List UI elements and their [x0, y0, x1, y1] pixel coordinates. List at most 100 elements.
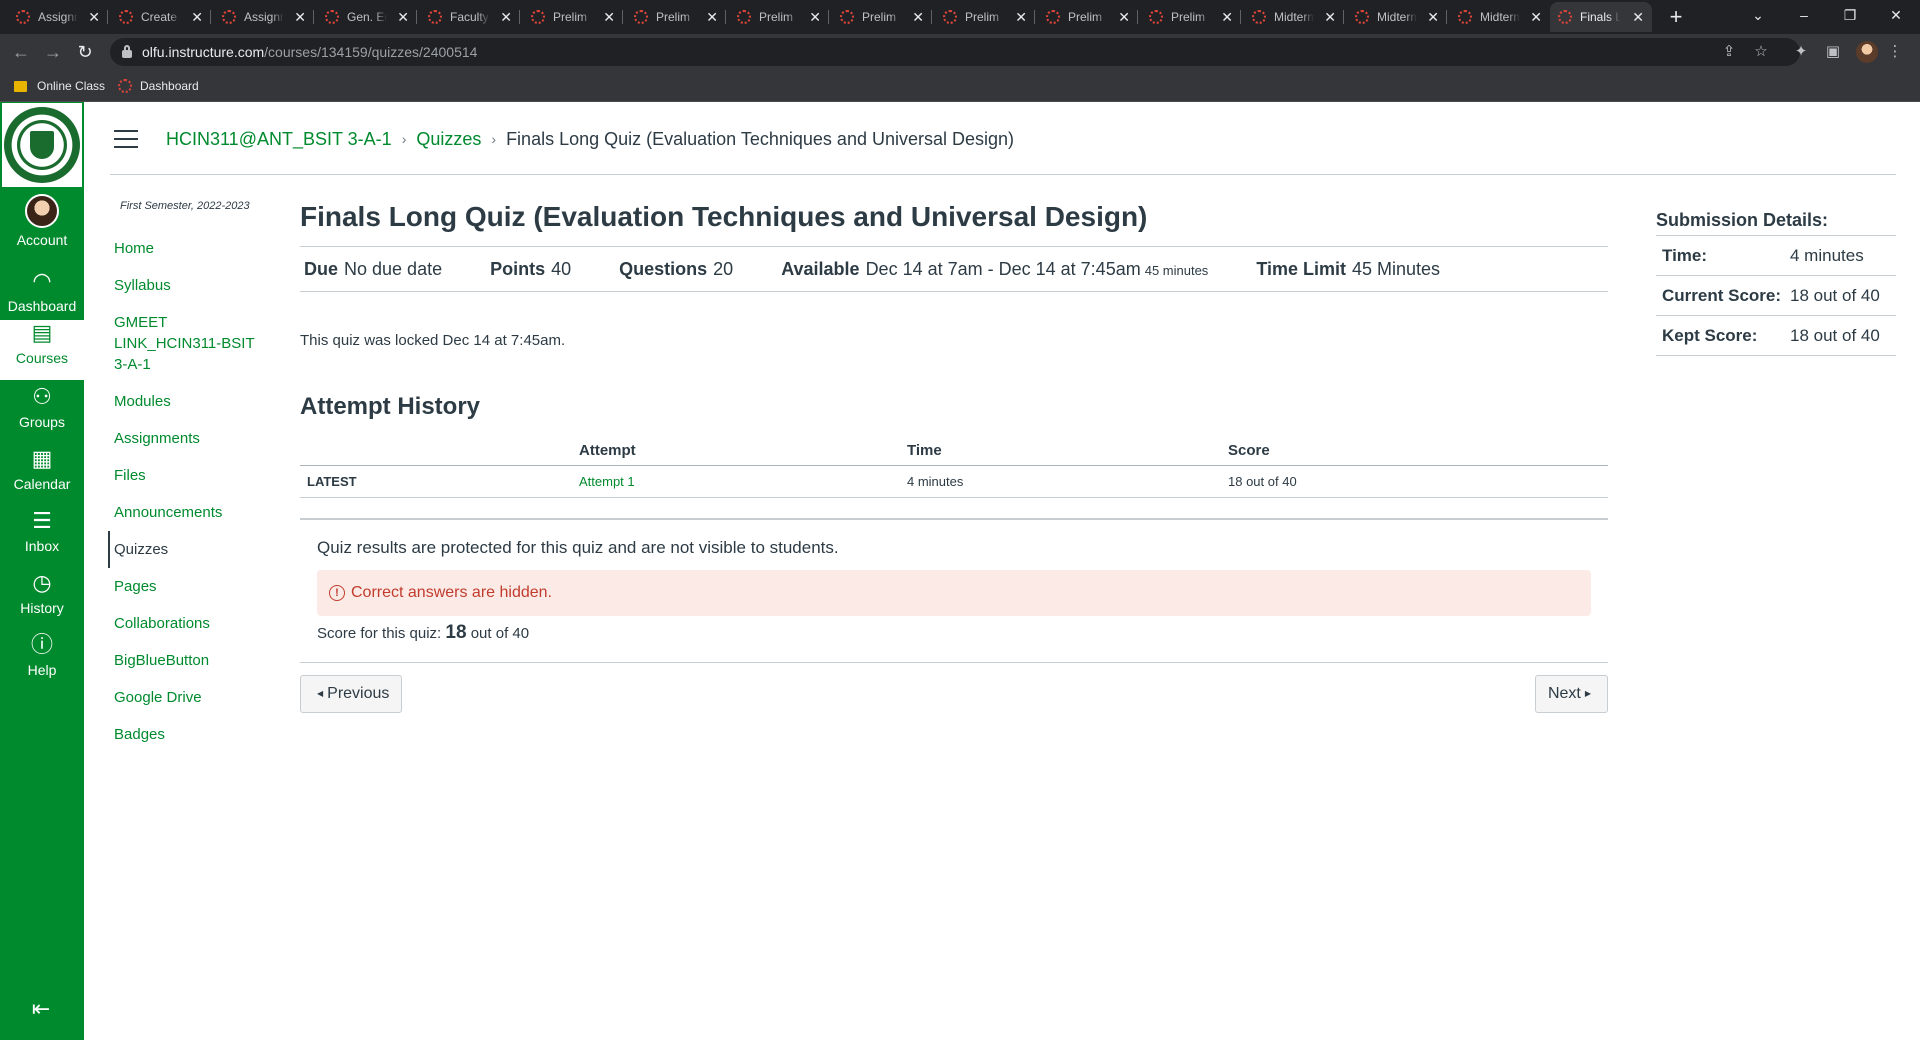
global-nav-dashboard[interactable]: ◠ Dashboard: [0, 268, 84, 328]
global-nav-label: History: [20, 600, 64, 616]
canvas-favicon-icon: [222, 10, 236, 24]
close-tab-icon[interactable]: ✕: [1324, 9, 1336, 26]
attempt-history-table: Attempt Time Score LATEST Attempt 1 4 mi…: [300, 437, 1608, 498]
global-nav-help[interactable]: ⓘ Help: [0, 632, 84, 692]
side-panel-icon[interactable]: ▣: [1822, 41, 1844, 63]
tab-title: Prelim: [965, 10, 1000, 24]
browser-tab[interactable]: Midterm ✕: [1450, 2, 1550, 32]
score-value: 18: [445, 621, 467, 643]
close-tab-icon[interactable]: ✕: [1221, 9, 1233, 26]
new-tab-icon[interactable]: +: [1662, 3, 1690, 31]
course-nav-gmeet-link[interactable]: GMEET LINK_HCIN311-BSIT 3-A-1: [110, 304, 270, 383]
column-header: [300, 437, 579, 466]
global-nav-calendar[interactable]: ▦ Calendar: [0, 446, 84, 506]
browser-tab[interactable]: Prelim ✕: [729, 2, 829, 32]
global-nav-label: Account: [16, 232, 68, 248]
tab-search-icon[interactable]: ⌄: [1738, 0, 1778, 30]
global-nav-label: Dashboard: [7, 298, 77, 314]
bookmark-online-class[interactable]: Online Class: [14, 76, 105, 96]
global-nav-history[interactable]: ◷ History: [0, 570, 84, 630]
restore-icon[interactable]: ❐: [1830, 0, 1870, 30]
breadcrumb-quizzes-link[interactable]: Quizzes: [416, 129, 481, 150]
course-nav-pages[interactable]: Pages: [110, 568, 270, 605]
address-bar[interactable]: olfu.instructure.com/courses/134159/quiz…: [110, 38, 1800, 66]
course-nav-syllabus[interactable]: Syllabus: [110, 267, 270, 304]
course-nav-files[interactable]: Files: [110, 457, 270, 494]
reload-icon[interactable]: ↻: [72, 39, 98, 65]
browser-tab[interactable]: Prelim ✕: [1038, 2, 1138, 32]
close-tab-icon[interactable]: ✕: [191, 9, 203, 26]
bookmark-dashboard[interactable]: Dashboard: [118, 76, 199, 96]
close-tab-icon[interactable]: ✕: [912, 9, 924, 26]
course-nav-assignments[interactable]: Assignments: [110, 420, 270, 457]
school-logo[interactable]: [2, 103, 82, 187]
browser-tab[interactable]: Prelim ✕: [832, 2, 932, 32]
canvas-favicon-icon: [737, 10, 751, 24]
next-button[interactable]: Next ▶: [1534, 674, 1608, 713]
groups-icon: ⚇: [32, 384, 52, 409]
browser-tab[interactable]: Gen. Ed. ✕: [317, 2, 417, 32]
browser-tab[interactable]: Midterm ✕: [1347, 2, 1447, 32]
close-tab-icon[interactable]: ✕: [706, 9, 718, 26]
tab-title: Prelim: [759, 10, 794, 24]
browser-tab[interactable]: Create ✕: [111, 2, 211, 32]
browser-tab[interactable]: Assignment ✕: [214, 2, 314, 32]
share-icon[interactable]: ⇪: [1718, 41, 1740, 63]
course-nav-collaborations[interactable]: Collaborations: [110, 605, 270, 642]
close-tab-icon[interactable]: ✕: [500, 9, 512, 26]
close-tab-icon[interactable]: ✕: [603, 9, 615, 26]
column-header: Attempt: [579, 437, 907, 466]
browser-tab[interactable]: Assignment ✕: [8, 2, 108, 32]
browser-tab[interactable]: Midterm ✕: [1244, 2, 1344, 32]
caret-left-icon: ◀: [317, 689, 324, 698]
quiz-time-limit: Time Limit 45 Minutes: [1256, 258, 1441, 279]
bookmark-star-icon[interactable]: ☆: [1750, 41, 1772, 63]
extensions-icon[interactable]: ✦: [1790, 41, 1812, 63]
quiz-available: Available Dec 14 at 7am - Dec 14 at 7:45a…: [781, 258, 1209, 279]
course-nav-home[interactable]: Home: [110, 230, 270, 267]
browser-tab[interactable]: Prelim ✕: [626, 2, 726, 32]
course-nav-quizzes[interactable]: Quizzes: [108, 531, 270, 568]
close-tab-icon[interactable]: ✕: [294, 9, 306, 26]
minimize-icon[interactable]: –: [1784, 0, 1824, 30]
close-tab-icon[interactable]: ✕: [809, 9, 821, 26]
browser-tab[interactable]: Prelim ✕: [1141, 2, 1241, 32]
attempt-time: 4 minutes: [907, 465, 1228, 498]
browser-tab[interactable]: Prelim ✕: [523, 2, 623, 32]
global-nav-courses[interactable]: ▤ Courses: [0, 320, 84, 380]
close-tab-icon[interactable]: ✕: [397, 9, 409, 26]
course-nav-google-drive[interactable]: Google Drive: [110, 679, 270, 716]
collapse-nav-icon[interactable]: ⇤: [26, 996, 56, 1026]
browser-tab-active[interactable]: Finals L ✕: [1550, 2, 1652, 32]
window-close-icon[interactable]: ✕: [1876, 0, 1916, 30]
close-tab-icon[interactable]: ✕: [1530, 9, 1542, 26]
profile-avatar[interactable]: [1856, 41, 1878, 63]
close-tab-icon[interactable]: ✕: [1015, 9, 1027, 26]
column-header: Score: [1228, 437, 1608, 466]
close-tab-icon[interactable]: ✕: [1118, 9, 1130, 26]
alert-text: Correct answers are hidden.: [351, 583, 552, 601]
course-nav-announcements[interactable]: Announcements: [110, 494, 270, 531]
course-nav-bigbluebutton[interactable]: BigBlueButton: [110, 642, 270, 679]
global-nav-account[interactable]: Account: [0, 194, 84, 256]
breadcrumb-current: Finals Long Quiz (Evaluation Techniques …: [506, 128, 1015, 149]
browser-toolbar: ← → ↻ olfu.instructure.com/courses/13415…: [0, 34, 1920, 70]
browser-tab[interactable]: Faculty ✕: [420, 2, 520, 32]
forward-icon[interactable]: →: [40, 39, 66, 65]
attempt-1-link[interactable]: Attempt 1: [579, 474, 635, 489]
global-nav-inbox[interactable]: ☰ Inbox: [0, 508, 84, 568]
course-menu-toggle[interactable]: [114, 130, 138, 148]
global-nav-groups[interactable]: ⚇ Groups: [0, 384, 84, 444]
course-nav-badges[interactable]: Badges: [110, 716, 270, 753]
browser-menu-icon[interactable]: ⋮: [1884, 41, 1906, 63]
browser-tab[interactable]: Prelim ✕: [935, 2, 1035, 32]
table-row: LATEST Attempt 1 4 minutes 18 out of 40: [300, 465, 1608, 498]
close-tab-icon[interactable]: ✕: [1427, 9, 1439, 26]
quiz-locked-message: This quiz was locked Dec 14 at 7:45am.: [300, 332, 566, 349]
close-tab-icon[interactable]: ✕: [88, 9, 100, 26]
close-tab-icon[interactable]: ✕: [1632, 9, 1644, 26]
breadcrumb-course-link[interactable]: HCIN311@ANT_BSIT 3-A-1: [166, 129, 392, 150]
back-icon[interactable]: ←: [8, 39, 34, 65]
previous-button[interactable]: ◀ Previous: [300, 674, 403, 713]
course-nav-modules[interactable]: Modules: [110, 383, 270, 420]
